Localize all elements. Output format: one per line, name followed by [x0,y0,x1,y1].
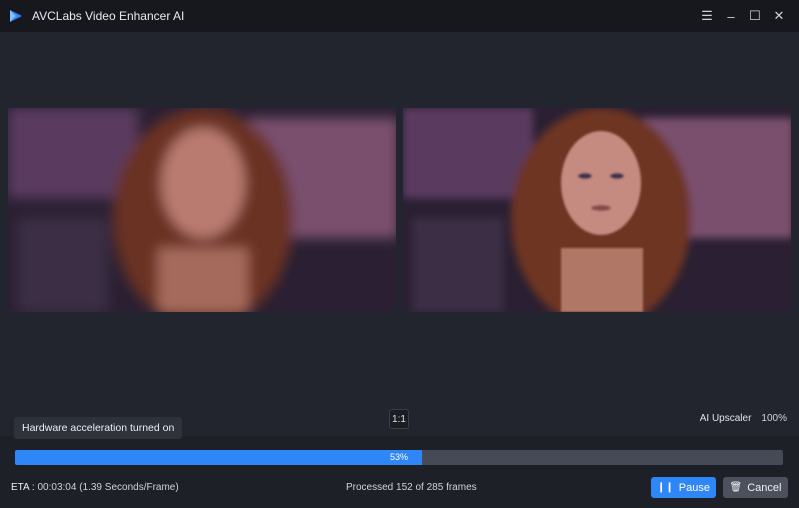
model-label: AI Upscaler 100% [700,413,787,424]
progress-bar: 53% [15,450,783,465]
title-bar: AVCLabs Video Enhancer AI ☰ – ☐ ✕ [0,0,799,32]
eta-status: ETA : 00:03:04 (1.39 Seconds/Frame) [11,482,179,493]
processed-frames: Processed 152 of 285 frames [346,482,477,493]
preview-area: 1:1 AI Upscaler 100% [0,32,799,434]
close-icon[interactable]: ✕ [767,4,791,28]
cancel-label: Cancel [747,481,782,494]
ratio-button[interactable]: 1:1 [389,409,409,429]
maximize-icon[interactable]: ☐ [743,4,767,28]
app-title: AVCLabs Video Enhancer AI [32,9,185,23]
pause-label: Pause [678,481,710,494]
app-logo-icon [10,10,22,22]
trash-icon: 🗑 [729,482,743,493]
eta-value: 00:03:04 (1.39 Seconds/Frame) [37,482,179,493]
eta-label: ETA : [11,482,35,493]
window-controls: ☰ – ☐ ✕ [695,0,791,32]
cancel-button[interactable]: 🗑 Cancel [723,477,788,498]
pause-icon: ❙❙ [657,482,674,493]
model-percent: 100% [761,413,787,424]
minimize-icon[interactable]: – [719,4,743,28]
original-preview [8,108,396,312]
hardware-tooltip: Hardware acceleration turned on [14,417,183,439]
pause-button[interactable]: ❙❙ Pause [651,477,716,498]
enhanced-preview [403,108,791,312]
menu-icon[interactable]: ☰ [695,4,719,28]
model-name: AI Upscaler [699,413,752,424]
progress-percent: 53% [389,452,408,462]
